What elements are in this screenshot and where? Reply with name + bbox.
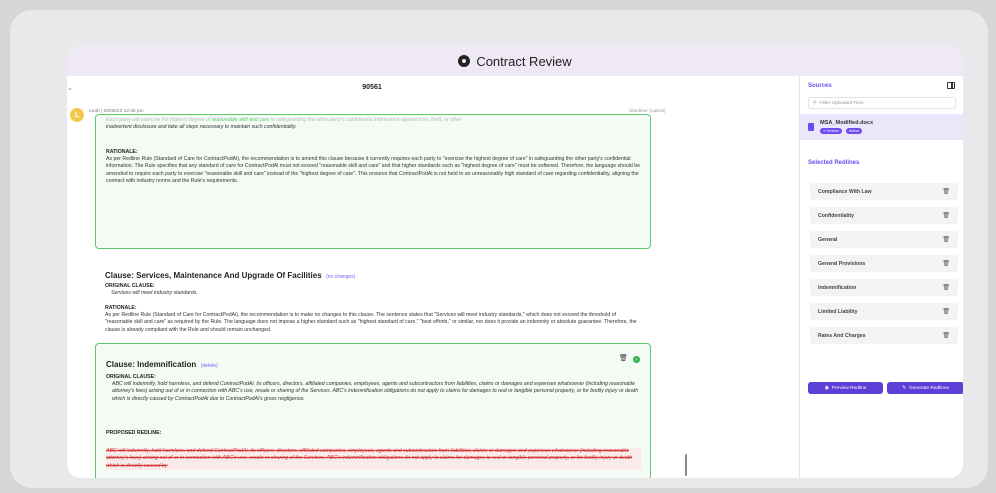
redline-label: Confidentiality bbox=[818, 212, 855, 219]
trash-icon[interactable]: 🗑 bbox=[942, 236, 950, 243]
trash-icon[interactable]: 🗑 bbox=[942, 332, 950, 339]
eye-icon: ◉ bbox=[824, 385, 829, 391]
trash-icon[interactable]: 🗑 bbox=[942, 212, 950, 219]
document-id: 90561 bbox=[362, 84, 382, 91]
redline-item-indemnification[interactable]: Indemnification 🗑 bbox=[810, 279, 958, 296]
trash-icon[interactable]: 🗑 bbox=[942, 260, 950, 267]
clause-card-indemnification: Clause: Indemnification (delete) 🗑 ✓ ORI… bbox=[95, 343, 651, 478]
trash-icon[interactable]: 🗑 bbox=[619, 354, 628, 362]
redline-item-general[interactable]: General 🗑 bbox=[810, 231, 958, 248]
redline-label: Limited Liability bbox=[818, 308, 858, 315]
redline-label: General bbox=[818, 236, 838, 243]
file-name: MSA_Modified.docx bbox=[820, 120, 874, 126]
original-label: ORIGINAL CLAUSE: bbox=[106, 374, 156, 380]
redline-item-confidentiality[interactable]: Confidentiality 🗑 bbox=[810, 207, 958, 224]
original-text: ABC will indemnify, hold harmless, and d… bbox=[112, 381, 639, 402]
filter-input[interactable]: ⚲ Filter Uploaded Files bbox=[808, 97, 956, 109]
filter-placeholder: Filter Uploaded Files bbox=[819, 100, 864, 106]
document-pane: ⌄ 90561 L Leah | 05/05/23 12:46 pm Stanl… bbox=[67, 76, 799, 478]
clause-card-confidentiality: Each party will exercise the highest deg… bbox=[95, 114, 651, 249]
screen-frame: Contract Review ⌄ 90561 L Leah | 05/05/2… bbox=[10, 10, 988, 488]
trash-icon[interactable]: 🗑 bbox=[942, 284, 950, 291]
sources-title: Sources bbox=[808, 83, 832, 89]
trash-icon[interactable]: 🗑 bbox=[942, 188, 950, 195]
document-icon bbox=[808, 123, 814, 131]
clause-card-services: Clause: Services, Maintenance And Upgrad… bbox=[95, 259, 651, 339]
window-title: Contract Review bbox=[476, 53, 572, 69]
redline-item-limited-liability[interactable]: Limited Liability 🗑 bbox=[810, 303, 958, 320]
generate-redlines-button[interactable]: ✎ Generate Redlines bbox=[887, 382, 963, 394]
version-badge: 1 Version bbox=[820, 128, 842, 134]
app-window: Contract Review ⌄ 90561 L Leah | 05/05/2… bbox=[67, 46, 963, 478]
preview-label: Preview Redline bbox=[831, 385, 867, 391]
original-label: ORIGINAL CLAUSE: bbox=[105, 283, 155, 289]
title-bar: Contract Review bbox=[67, 46, 963, 76]
search-icon: ⚲ bbox=[813, 100, 817, 106]
proposed-redline-text: ABC will indemnify, hold harmless, and d… bbox=[106, 448, 641, 471]
redline-label: Rates And Charges bbox=[818, 332, 866, 339]
clause-heading: Clause: Services, Maintenance And Upgrad… bbox=[105, 265, 355, 283]
source-file-item[interactable]: MSA_Modified.docx 1 Version Active bbox=[800, 114, 963, 140]
rationale-label: RATIONALE: bbox=[106, 149, 138, 155]
status-badge: Active bbox=[846, 128, 863, 134]
panel-collapse-icon[interactable] bbox=[947, 82, 955, 89]
accept-check-icon[interactable]: ✓ bbox=[633, 356, 640, 363]
redline-label: Indemnification bbox=[818, 284, 857, 291]
scrollbar[interactable] bbox=[685, 454, 687, 476]
preview-redline-button[interactable]: ◉ Preview Redline bbox=[808, 382, 883, 394]
rationale-text: As per Redline Rule (Standard of Care fo… bbox=[105, 312, 637, 333]
clause-tag: (no changes) bbox=[326, 274, 356, 280]
avatar: L bbox=[70, 108, 84, 122]
redline-label: General Provisions bbox=[818, 260, 866, 267]
clause-text-top: Each party will exercise the highest deg… bbox=[106, 117, 462, 131]
rationale-text: As per Redline Rule (Standard of Care fo… bbox=[106, 156, 641, 185]
pen-icon: ✎ bbox=[901, 385, 907, 391]
rationale-label: RATIONALE: bbox=[105, 305, 137, 311]
clause-tag: (delete) bbox=[200, 363, 218, 369]
proposed-label: PROPOSED REDLINE: bbox=[106, 430, 162, 436]
clause-title: Clause: Indemnification bbox=[106, 360, 197, 369]
generate-label: Generate Redlines bbox=[909, 385, 950, 391]
clause-heading: Clause: Indemnification (delete) bbox=[106, 354, 218, 372]
sources-sidebar: Sources ⚲ Filter Uploaded Files MSA_Modi… bbox=[799, 76, 963, 478]
redline-item-compliance[interactable]: Compliance With Law 🗑 bbox=[810, 183, 958, 200]
original-text: Services will meet industry standards. bbox=[111, 290, 198, 296]
redline-label: Compliance With Law bbox=[818, 188, 872, 195]
eye-icon bbox=[458, 55, 471, 67]
redline-item-general-provisions[interactable]: General Provisions 🗑 bbox=[810, 255, 958, 272]
trash-icon[interactable]: 🗑 bbox=[942, 308, 950, 315]
redline-item-rates[interactable]: Rates And Charges 🗑 bbox=[810, 327, 958, 344]
clause-title: Clause: Services, Maintenance And Upgrad… bbox=[105, 271, 322, 280]
selected-redlines-title: Selected Redlines bbox=[808, 160, 860, 166]
